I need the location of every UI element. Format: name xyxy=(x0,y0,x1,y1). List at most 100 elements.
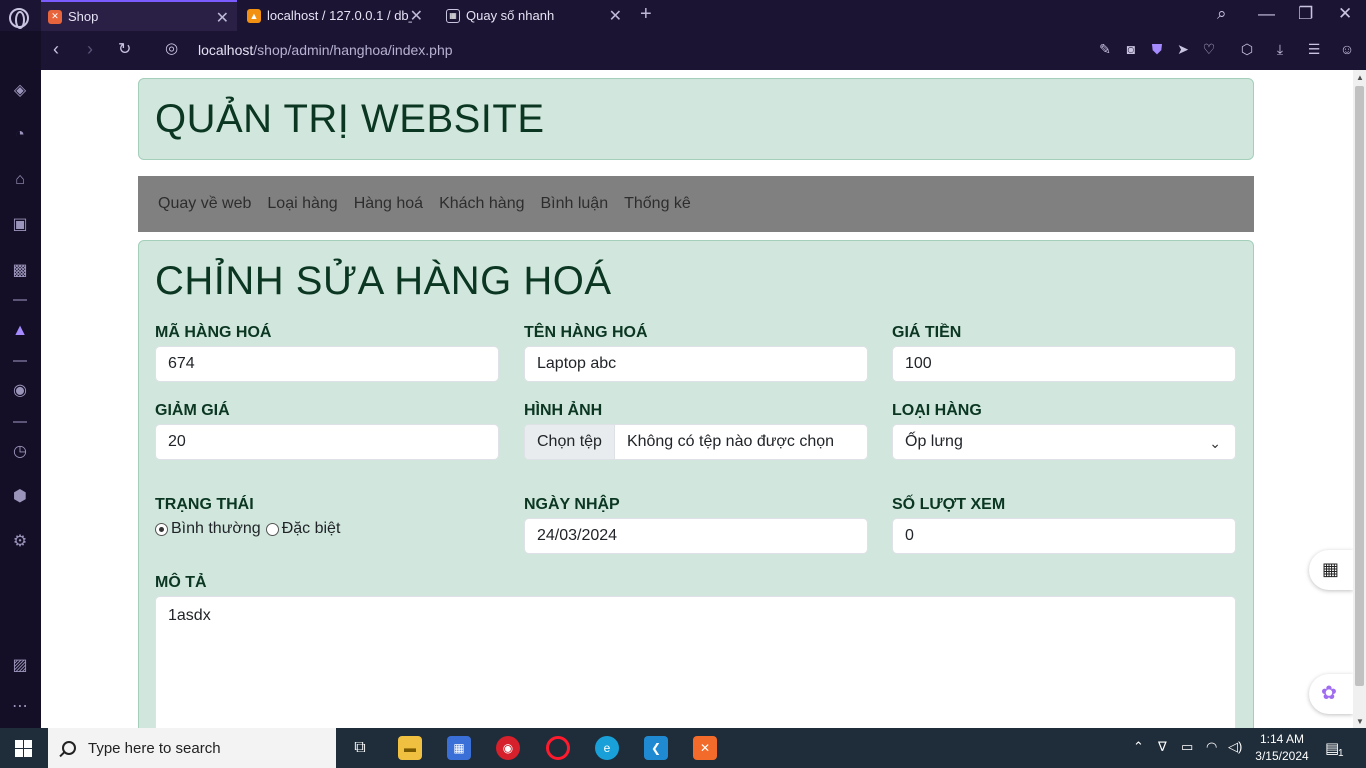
menu-item-customers[interactable]: Khách hàng xyxy=(439,195,524,213)
forward-icon[interactable]: › xyxy=(87,39,93,60)
menu-item-products[interactable]: Hàng hoá xyxy=(354,195,423,213)
edit-product-form: CHỈNH SỬA HÀNG HOÁ MÃ HÀNG HOÁ 674 TÊN H… xyxy=(138,240,1254,728)
snapshot-camera-icon[interactable]: ◙ xyxy=(1123,41,1139,57)
speedometer-icon[interactable]: ◔ xyxy=(10,125,30,145)
scroll-down-icon[interactable]: ▼ xyxy=(1356,717,1364,726)
taskbar-search-box[interactable]: Type here to search xyxy=(48,728,336,768)
address-field[interactable]: localhost/shop/admin/hanghoa/index.php xyxy=(198,42,453,58)
notification-count: 1 xyxy=(1338,748,1344,759)
extensions-cube-icon[interactable]: ⬡ xyxy=(1239,41,1255,57)
file-explorer-icon[interactable]: ▬ xyxy=(398,736,422,760)
status-radio-group: Bình thường Đặc biệt xyxy=(155,520,340,538)
tab-search-icon[interactable]: ⌕ xyxy=(1217,4,1227,24)
aria-ai-icon[interactable]: ▲ xyxy=(10,321,30,341)
new-tab-plus-icon[interactable]: + xyxy=(640,3,652,26)
views-label: SỐ LƯỢT XEM xyxy=(892,496,1006,513)
cpu-icon[interactable]: ▩ xyxy=(10,261,30,281)
xampp-icon[interactable]: ✕ xyxy=(693,736,717,760)
xampp-favicon-icon: ✕ xyxy=(48,9,62,24)
settings-gear-icon[interactable]: ⚙ xyxy=(10,532,30,552)
tab-title: localhost / 127.0.0.1 / db_s xyxy=(267,8,412,23)
taskbar-clock[interactable]: 1:14 AM 3/15/2024 xyxy=(1252,731,1312,765)
wifi-icon[interactable]: ◠ xyxy=(1206,739,1217,755)
heart-icon[interactable]: ♡ xyxy=(1201,41,1217,57)
product-id-label: MÃ HÀNG HOÁ xyxy=(155,324,272,341)
reload-icon[interactable]: ↻ xyxy=(118,39,131,59)
close-window-icon[interactable]: ✕ xyxy=(1338,4,1352,24)
back-icon[interactable]: ‹ xyxy=(53,39,59,60)
tray-chevron-icon[interactable]: ⌃ xyxy=(1133,739,1144,755)
edge-icon[interactable]: e xyxy=(595,736,619,760)
status-normal-radio[interactable] xyxy=(155,522,168,536)
file-status-text: Không có tệp nào được chọn xyxy=(626,433,835,450)
image-file-input[interactable]: Chọn tệp Không có tệp nào được chọn xyxy=(524,424,868,460)
scroll-up-icon[interactable]: ▲ xyxy=(1356,73,1364,82)
scrollbar-thumb[interactable] xyxy=(1355,86,1364,686)
opera-menu-icon[interactable] xyxy=(9,8,29,29)
menu-item-home[interactable]: Quay về web xyxy=(158,195,251,213)
category-select[interactable]: Ốp lưng ⌄ xyxy=(892,424,1236,460)
twitch-icon[interactable]: ▣ xyxy=(10,215,30,235)
menu-item-comments[interactable]: Bình luận xyxy=(540,195,608,213)
menu-item-categories[interactable]: Loại hàng xyxy=(267,195,337,213)
task-view-icon[interactable]: ⧉ xyxy=(348,736,372,760)
site-info-globe-icon[interactable]: ◎ xyxy=(165,39,178,57)
restore-icon[interactable]: ❐ xyxy=(1298,4,1313,24)
history-clock-icon[interactable]: ◷ xyxy=(10,442,30,462)
vpn-tray-icon[interactable]: ∇ xyxy=(1158,739,1167,755)
status-label: TRẠNG THÁI xyxy=(155,496,254,513)
cube-icon[interactable]: ⬢ xyxy=(10,487,30,507)
app-red-icon[interactable]: ◉ xyxy=(496,736,520,760)
download-icon[interactable]: ⤓ xyxy=(1272,41,1288,57)
brand-header: QUẢN TRỊ WEBSITE xyxy=(138,78,1254,160)
store-icon[interactable]: ⌂ xyxy=(10,170,30,190)
tab-close-icon[interactable]: ✕ xyxy=(216,8,229,28)
description-textarea[interactable]: 1asdx xyxy=(155,596,1236,728)
tab-shop[interactable]: ✕ Shop ✕ xyxy=(41,0,237,31)
page-viewport: QUẢN TRỊ WEBSITE Quay về web Loại hàng H… xyxy=(41,70,1353,728)
microsoft-store-icon[interactable]: ▦ xyxy=(447,736,471,760)
floating-ai-button[interactable]: ✿ xyxy=(1309,674,1353,714)
chevron-down-icon: ⌄ xyxy=(1209,435,1221,451)
gallery-icon[interactable]: ▨ xyxy=(10,656,30,676)
player-icon[interactable]: ◉ xyxy=(10,381,30,401)
more-dots-icon[interactable]: ⋯ xyxy=(10,697,30,717)
page-scrollbar[interactable]: ▲ ▼ xyxy=(1353,70,1366,728)
easy-setup-icon[interactable]: ☰ xyxy=(1306,41,1322,57)
volume-icon[interactable]: ◁) xyxy=(1228,739,1242,755)
tab-speed-dial[interactable]: ▦ Quay số nhanh ✕ xyxy=(440,0,630,31)
status-normal-label: Bình thường xyxy=(171,520,261,537)
tab-title: Quay số nhanh xyxy=(466,8,555,23)
discount-input[interactable]: 20 xyxy=(155,424,499,460)
gamepad-icon[interactable]: ◈ xyxy=(10,81,30,101)
browser-sidebar: ◈ ◔ ⌂ ▣ ▩ ▲ ◉ ◷ ⬢ ⚙ ▨ ⋯ xyxy=(0,31,41,728)
windows-taskbar: Type here to search ⧉ ▬ ▦ ◉ e ❮ ✕ ⌃ ∇ ▭ … xyxy=(0,728,1366,768)
battery-icon[interactable]: ▭ xyxy=(1181,739,1193,755)
windows-start-icon[interactable] xyxy=(15,740,32,757)
floating-table-button[interactable]: ▦ xyxy=(1309,550,1353,590)
minimize-icon[interactable]: — xyxy=(1258,4,1275,24)
phpmyadmin-favicon-icon: ▲ xyxy=(247,8,261,23)
vpn-shield-icon[interactable]: ⛊ xyxy=(1149,41,1165,57)
views-input[interactable]: 0 xyxy=(892,518,1236,554)
send-icon[interactable]: ➤ xyxy=(1175,41,1191,57)
import-date-input[interactable]: 24/03/2024 xyxy=(524,518,868,554)
tab-phpmyadmin[interactable]: ▲ localhost / 127.0.0.1 / db_s ✕ xyxy=(241,0,431,31)
product-name-input[interactable]: Laptop abc xyxy=(524,346,868,382)
browser-titlebar: ✕ Shop ✕ ▲ localhost / 127.0.0.1 / db_s … xyxy=(0,0,1366,31)
clock-time: 1:14 AM xyxy=(1259,732,1305,746)
edit-page-icon[interactable]: ✎ xyxy=(1097,41,1113,57)
price-input[interactable]: 100 xyxy=(892,346,1236,382)
status-special-radio[interactable] xyxy=(265,522,279,536)
product-id-input[interactable]: 674 xyxy=(155,346,499,382)
price-label: GIÁ TIỀN xyxy=(892,324,962,341)
menu-item-statistics[interactable]: Thống kê xyxy=(624,195,691,213)
tab-close-icon[interactable]: ✕ xyxy=(410,6,423,26)
vscode-icon[interactable]: ❮ xyxy=(644,736,668,760)
choose-file-button[interactable]: Chọn tệp xyxy=(525,425,615,459)
tab-close-icon[interactable]: ✕ xyxy=(609,6,622,26)
url-path: /shop/admin/hanghoa/index.php xyxy=(253,42,453,58)
profile-icon[interactable]: ☺ xyxy=(1339,41,1355,57)
opera-taskbar-icon[interactable] xyxy=(546,736,570,760)
search-placeholder: Type here to search xyxy=(88,739,221,757)
